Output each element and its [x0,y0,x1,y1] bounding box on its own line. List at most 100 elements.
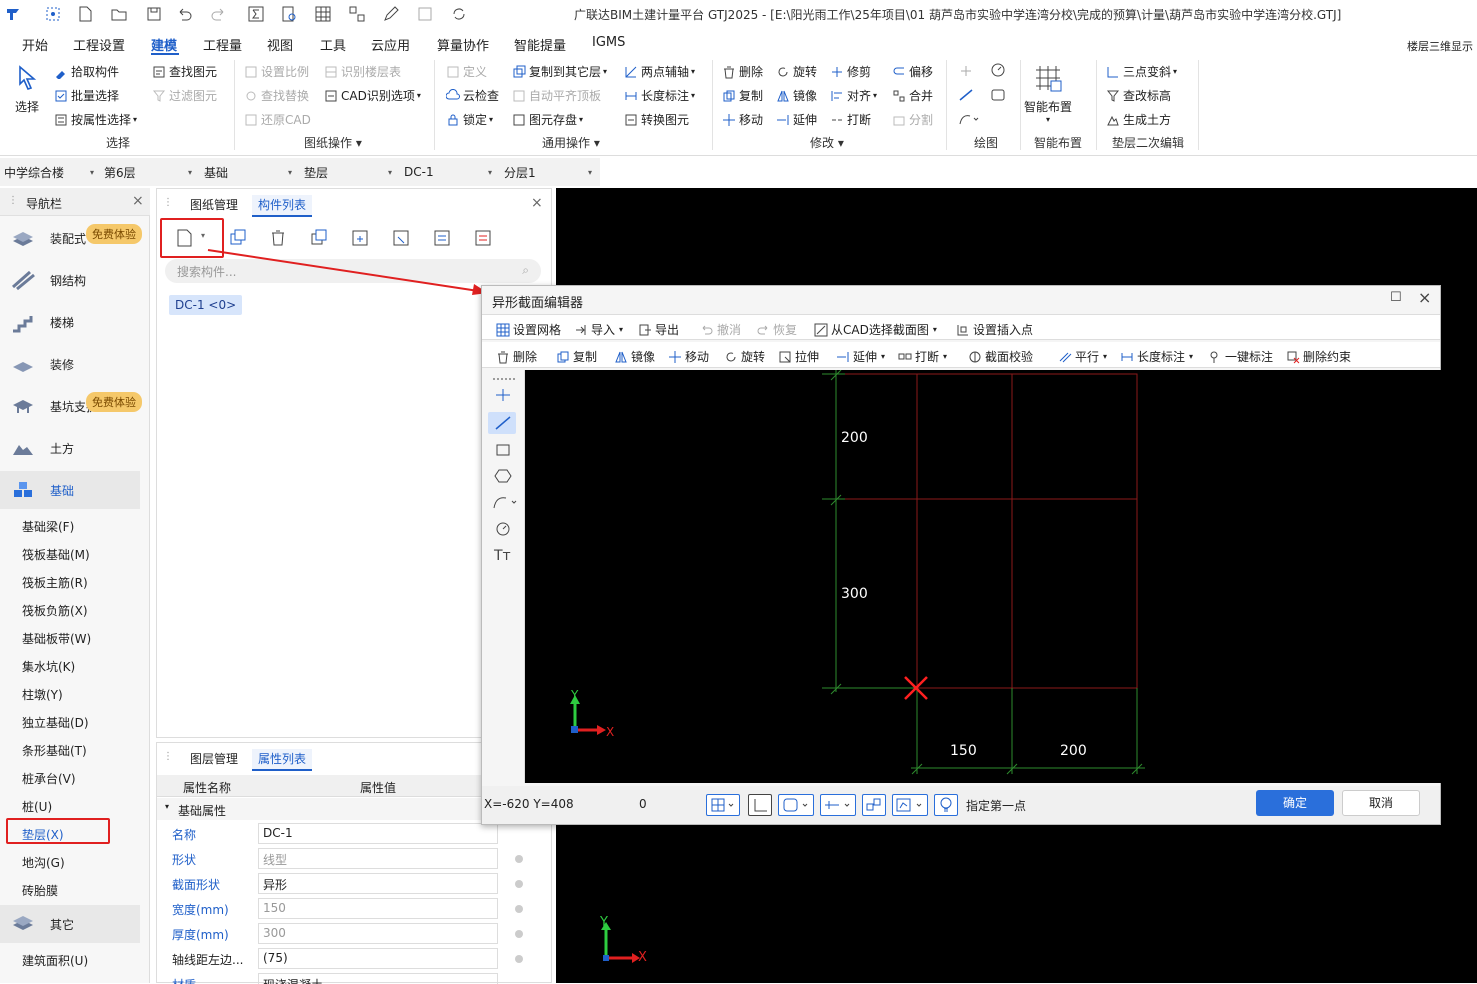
circle-draw-icon[interactable] [990,62,1006,78]
nav-item-foundation-beam[interactable]: 基础梁(F) [22,518,74,535]
component-select[interactable]: DC-1 ▾ [400,162,496,182]
menu-quantity[interactable]: 工程量 [203,35,242,54]
menu-tools[interactable]: 工具 [320,35,346,54]
save-element-button[interactable]: 图元存盘 ▾ [512,111,583,128]
menu-project-settings[interactable]: 工程设置 [73,35,125,54]
property-value-input[interactable]: 300 [258,923,498,944]
text-tool-icon[interactable]: Tт [494,548,511,564]
free-trial-badge[interactable]: 免费体验 [86,224,142,244]
floor-select[interactable]: 第6层 ▾ [100,162,196,182]
property-value-input[interactable]: (75) [258,948,498,969]
menu-collab[interactable]: 算量协作 [437,35,489,54]
status-dot[interactable] [515,930,523,938]
line-draw-icon[interactable] [958,88,974,102]
menu-view[interactable]: 视图 [267,35,293,54]
stretch-button[interactable]: 拉伸 [778,348,819,365]
length-dim-button[interactable]: 长度标注 ▾ [1120,348,1193,365]
circle-tool-icon[interactable] [492,520,514,538]
rotate-button[interactable]: 旋转 [724,348,765,365]
delete-constraint-button[interactable]: 删除约束 [1286,348,1351,365]
cad-options-button[interactable]: CAD识别选项 ▾ [324,87,421,104]
grid-snap-toggle[interactable] [706,794,740,816]
track-toggle[interactable] [862,794,886,816]
property-value-input[interactable]: 现浇混凝土 [258,973,498,984]
open-folder-icon[interactable] [110,5,128,23]
pen-icon[interactable] [382,5,400,23]
filter-element-button[interactable]: 过滤图元 [152,87,217,104]
break-button[interactable]: 打断 [830,111,871,128]
status-dot[interactable] [515,880,523,888]
rotate-button[interactable]: 旋转 [776,63,817,80]
report-icon[interactable] [280,5,298,23]
ortho-toggle[interactable] [748,794,772,816]
copy-button[interactable]: 复制 [722,87,763,104]
new-file-icon[interactable] [76,5,94,23]
move-button[interactable]: 移动 [722,111,763,128]
nav-other[interactable]: 其它 [0,905,140,943]
line-tool-icon[interactable] [492,414,514,432]
rect-draw-icon[interactable] [990,88,1006,102]
restore-cad-button[interactable]: 还原CAD [244,111,311,128]
property-value-input[interactable]: 线型 [258,848,498,869]
pick-component-button[interactable]: 拾取构件 [54,63,119,80]
close-icon[interactable]: × [132,193,144,209]
nav-stairs[interactable]: 楼梯 [0,303,140,341]
nav-item-pile[interactable]: 桩(U) [22,798,52,815]
close-icon[interactable]: × [531,195,543,211]
nav-item-sump[interactable]: 集水坑(K) [22,658,75,675]
property-value-input[interactable]: DC-1 [258,823,498,844]
menu-start[interactable]: 开始 [22,35,48,54]
merge-button[interactable]: 合并 [892,87,933,104]
delete-button[interactable]: 删除 [496,348,537,365]
status-dot[interactable] [515,955,523,963]
arc-draw-icon[interactable] [958,112,980,126]
hint-toggle[interactable] [934,794,958,816]
tab-property-list[interactable]: 属性列表 [252,749,313,771]
extend-button[interactable]: 延伸 ▾ [836,348,885,365]
point-draw-icon[interactable] [958,64,974,78]
save-icon[interactable] [145,5,163,23]
auto-align-button[interactable]: 自动平齐顶板 [512,87,601,104]
layout-icon[interactable] [416,5,434,23]
three-point-slope-button[interactable]: 三点变斜 ▾ [1106,63,1177,80]
length-dim-button[interactable]: 长度标注 ▾ [624,87,695,104]
ok-button[interactable]: 确定 [1256,790,1334,816]
cloud-check-button[interactable]: 云检查 [446,87,499,104]
nav-item-pile-cap[interactable]: 桩承台(V) [22,770,76,787]
select-button[interactable]: 选择 [14,64,40,115]
mirror-button[interactable]: 镜像 [614,348,655,365]
lock-button[interactable]: 锁定 ▾ [446,111,493,128]
set-insert-point-button[interactable]: 设置插入点 [956,321,1033,338]
check-icon[interactable] [348,5,366,23]
type-select[interactable]: 垫层 ▾ [300,162,396,182]
nav-earthwork[interactable]: 土方 [0,429,140,467]
table-icon[interactable] [314,5,332,23]
category-select[interactable]: 基础 ▾ [200,162,296,182]
floor-3d-toggle[interactable]: 楼层三维显示 [1407,38,1473,54]
two-point-axis-button[interactable]: 两点辅轴 ▾ [624,63,695,80]
sum-icon[interactable] [247,5,265,23]
nav-item-slab-strip[interactable]: 基础板带(W) [22,630,91,647]
menu-igms[interactable]: IGMS [592,35,625,50]
maximize-icon[interactable]: ☐ [1390,290,1402,305]
select-box-icon[interactable] [44,5,62,23]
nav-steel[interactable]: 钢结构 [0,261,140,299]
identify-floor-button[interactable]: 识别楼层表 [324,63,401,80]
polygon-tool-icon[interactable] [492,467,514,485]
nav-item-strip-footing[interactable]: 条形基础(T) [22,742,87,759]
generate-earth-button[interactable]: 生成土方 [1106,111,1171,128]
chevron-down-icon[interactable]: ▾ [201,231,205,240]
building-select[interactable]: 中学综合楼 ▾ [0,162,98,182]
find-replace-button[interactable]: 查找替换 [244,87,309,104]
section-check-button[interactable]: 截面校验 [968,348,1033,365]
layer-select[interactable]: 分层1 ▾ [500,162,596,182]
nav-decoration[interactable]: 装修 [0,345,140,383]
extend-button[interactable]: 延伸 [776,111,817,128]
property-value-input[interactable]: 150 [258,898,498,919]
find-element-button[interactable]: 查找图元 [152,63,217,80]
nav-item-cushion[interactable]: 垫层(X) [22,826,64,843]
batch-select-button[interactable]: 批量选择 [54,87,119,104]
break-button[interactable]: 打断 ▾ [898,348,947,365]
convert-element-button[interactable]: 转换图元 [624,111,689,128]
nav-item-brick-mold[interactable]: 砖胎膜 [22,882,58,899]
